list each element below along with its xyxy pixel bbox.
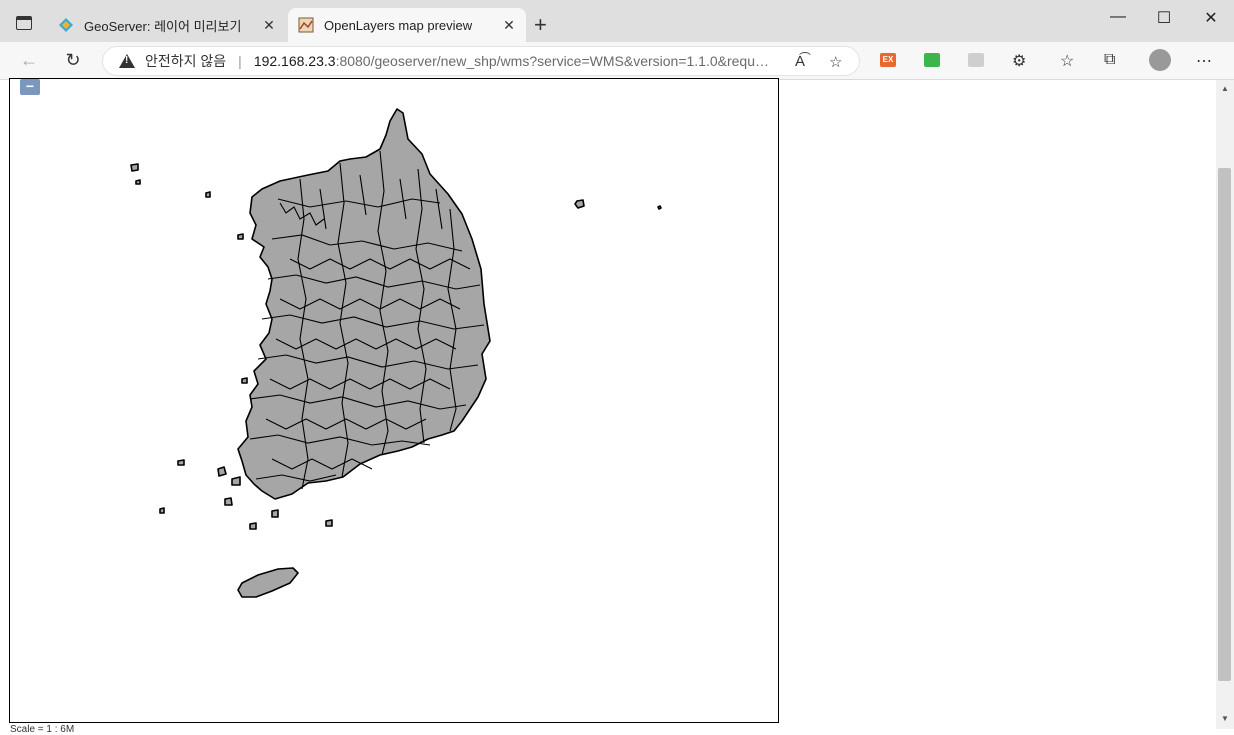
close-tab-icon[interactable]: ✕ [500,17,518,34]
scale-text: Scale = 1 : 6M [10,724,75,735]
ex-extension-icon[interactable]: EX [880,53,896,67]
address-bar[interactable]: 안전하지 않음 | 192.168.23.3 :8080/geoserver/n… [102,46,860,76]
sw-islet-5 [249,522,257,530]
tab-actions-icon[interactable] [16,16,32,30]
favorites-icon[interactable]: ☆ [1060,51,1074,71]
title-bar: GeoServer: 레이어 미리보기 ✕ OpenLayers map pre… [0,0,1234,42]
map-viewport[interactable]: − [9,78,779,723]
sw-islet-6 [177,459,185,466]
west-islet-1 [130,163,139,172]
ulleung-island [574,199,585,209]
back-arrow-icon[interactable]: ← [17,50,41,71]
west-islet-3 [237,233,244,240]
vertical-scrollbar[interactable]: ▲ ▼ [1216,80,1234,729]
url-host: 192.168.23.3 [253,53,336,69]
scroll-up-arrow-icon[interactable]: ▲ [1221,84,1229,93]
page-content: − Scale = 1: 6M ▲ ▼ [0,78,1234,735]
tab-geoserver-layer-preview[interactable]: GeoServer: 레이어 미리보기 ✕ [48,8,286,42]
tab-label: GeoServer: 레이어 미리보기 [84,18,242,34]
extensions-puzzle-icon[interactable]: ⚙ [1012,51,1026,71]
dokdo-islet [657,205,662,210]
scrollbar-thumb[interactable] [1218,168,1231,681]
profile-avatar[interactable] [1149,49,1171,71]
openlayers-map-icon [298,17,314,33]
maximize-icon[interactable]: ☐ [1141,8,1187,28]
more-options-icon[interactable]: ⋯ [1196,51,1212,71]
url-path: :8080/geoserver/new_shp/wms?service=WMS&… [335,53,776,69]
warning-icon [119,54,135,68]
south-islet-1 [325,519,333,527]
tab-openlayers-map-preview[interactable]: OpenLayers map preview ✕ [288,8,526,42]
close-window-icon[interactable]: ✕ [1188,8,1234,28]
collections-icon[interactable]: ⧉ [1104,51,1115,69]
west-islet-2 [135,179,141,185]
read-aloud-icon[interactable]: A͡ [795,53,805,70]
close-tab-icon[interactable]: ✕ [260,17,278,34]
browser-toolbar: ← ↻ 안전하지 않음 | 192.168.23.3 :8080/geoserv… [0,42,1234,80]
refresh-icon[interactable]: ↻ [61,50,85,71]
security-status[interactable]: 안전하지 않음 [145,51,226,71]
gray-extension-icon[interactable] [968,53,984,67]
geoserver-icon [59,18,73,32]
new-tab-icon[interactable]: + [534,12,547,38]
scroll-down-arrow-icon[interactable]: ▼ [1221,714,1229,723]
west-islet-4 [205,191,211,198]
add-favorite-icon[interactable]: ☆ [829,53,842,71]
south-islet-2 [271,509,279,518]
tab-label: OpenLayers map preview [324,17,473,33]
minimize-icon[interactable]: — [1095,8,1141,26]
sw-islet-2 [231,476,241,486]
green-extension-icon[interactable] [924,53,940,67]
sw-islet-3 [159,507,165,514]
mainland-korea [237,108,491,500]
korea-map[interactable] [10,79,778,722]
separator: | [238,53,242,69]
jeju-island [237,567,299,598]
west-islet-5 [241,377,248,384]
sw-islet-4 [224,497,233,506]
sw-islet-1 [217,466,227,477]
